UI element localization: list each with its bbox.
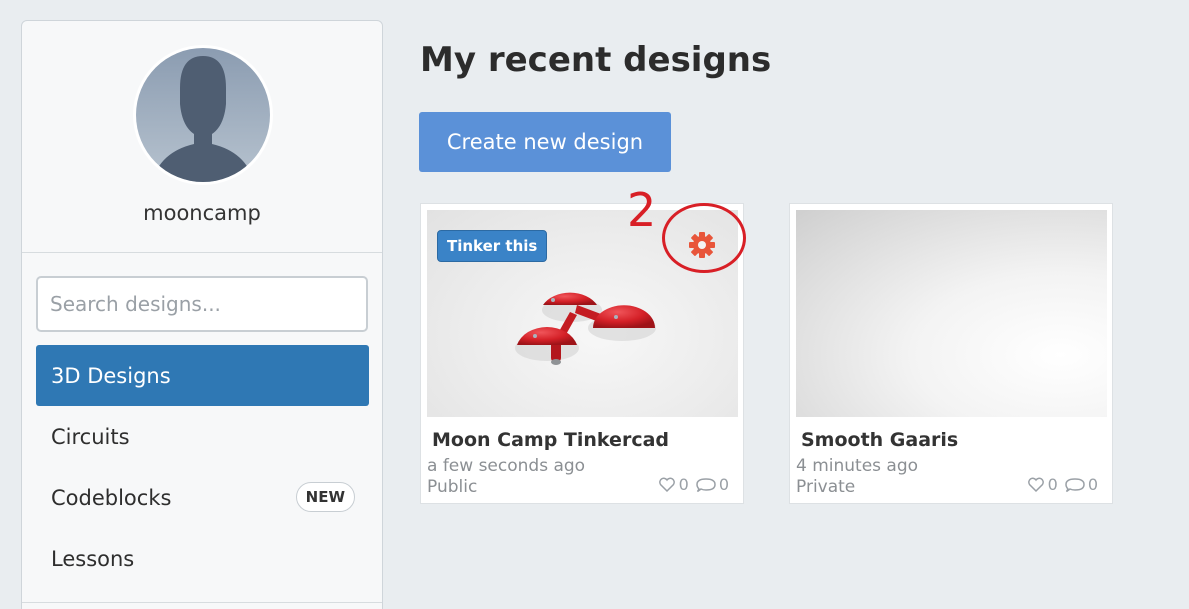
nav-item-label: Circuits	[51, 424, 130, 449]
design-stats: 0 0	[1027, 475, 1098, 494]
search-input[interactable]	[36, 276, 368, 332]
sidebar: mooncamp 3D Designs Circuits Codeblocks …	[21, 20, 383, 609]
divider	[22, 602, 382, 603]
user-silhouette-icon	[136, 48, 270, 182]
design-stats: 0 0	[658, 475, 729, 494]
likes-count: 0	[1047, 475, 1058, 494]
design-title[interactable]: Moon Camp Tinkercad	[432, 429, 669, 451]
annotation-circle	[662, 203, 746, 273]
design-title[interactable]: Smooth Gaaris	[801, 429, 958, 451]
design-thumbnail[interactable]	[796, 210, 1107, 417]
nav-item-label: 3D Designs	[51, 363, 171, 388]
heart-icon[interactable]	[658, 477, 676, 493]
comment-icon[interactable]	[696, 477, 716, 493]
page-title: My recent designs	[420, 40, 772, 80]
nav-item-label: Codeblocks	[51, 485, 172, 510]
create-new-design-button[interactable]: Create new design	[419, 112, 671, 172]
design-visibility: Public	[427, 477, 478, 497]
likes-count: 0	[678, 475, 689, 494]
divider	[22, 252, 382, 253]
annotation-number: 2	[627, 183, 657, 237]
design-card[interactable]: Smooth Gaaris 4 minutes ago Private 0 0	[789, 203, 1113, 504]
nav-item-codeblocks[interactable]: Codeblocks NEW	[36, 467, 369, 528]
avatar[interactable]	[133, 45, 273, 185]
nav-item-label: Lessons	[51, 546, 135, 571]
comment-icon[interactable]	[1065, 477, 1085, 493]
nav-item-lessons[interactable]: Lessons	[36, 528, 369, 589]
heart-icon[interactable]	[1027, 477, 1045, 493]
design-timestamp: a few seconds ago	[427, 456, 586, 476]
nav-item-circuits[interactable]: Circuits	[36, 406, 369, 467]
comments-count: 0	[718, 475, 729, 494]
comments-count: 0	[1087, 475, 1098, 494]
new-badge: NEW	[295, 482, 355, 512]
username: mooncamp	[143, 201, 261, 225]
nav-item-3d-designs[interactable]: 3D Designs	[36, 345, 369, 406]
design-timestamp: 4 minutes ago	[796, 456, 919, 476]
design-visibility: Private	[796, 477, 856, 497]
tinker-this-button[interactable]: Tinker this	[437, 230, 548, 262]
